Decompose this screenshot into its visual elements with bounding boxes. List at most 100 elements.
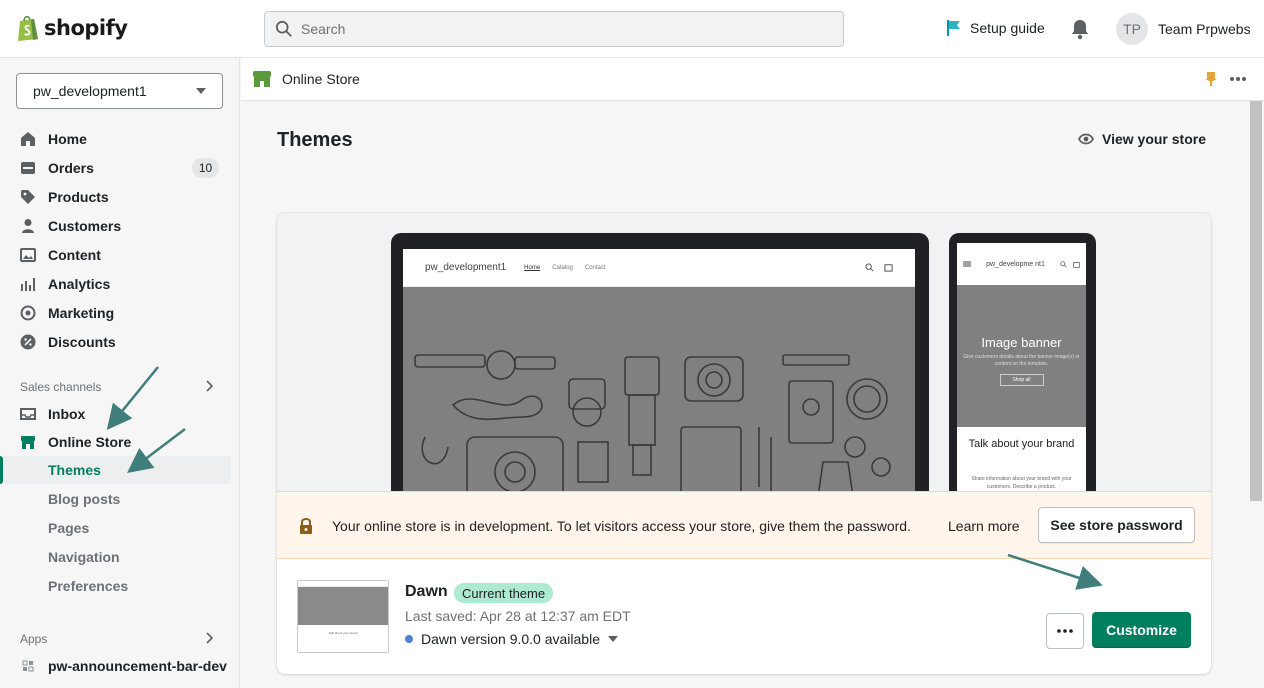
preview-nav-link: Catalog [552, 264, 573, 271]
caret-down-icon [608, 636, 618, 642]
sidebar-item-analytics[interactable]: Analytics [20, 276, 110, 292]
search-icon [1060, 260, 1067, 268]
caret-down-icon [196, 88, 206, 94]
customize-button[interactable]: Customize [1092, 612, 1191, 648]
search-icon [865, 263, 874, 272]
shopify-bag-icon [18, 15, 38, 41]
preview-nav-links: Home Catalog Contact [524, 265, 605, 271]
avatar: TP [1116, 13, 1148, 45]
version-text: Dawn version 9.0.0 available [421, 631, 600, 647]
desktop-preview: pw_development1 Home Catalog Contact [391, 233, 929, 503]
preview-store-name: pw_development1 [425, 262, 507, 273]
preview-header-icons [865, 263, 893, 272]
search-bar[interactable] [264, 11, 844, 47]
sidebar-subitem-navigation[interactable]: Navigation [48, 549, 120, 565]
page-title: Themes [277, 129, 353, 151]
mobile-banner-button: Shop all [999, 374, 1044, 386]
see-store-password-button[interactable]: See store password [1038, 507, 1195, 543]
sidebar-item-label: Customers [48, 218, 122, 234]
sidebar-item-label: pw-announcement-bar-dev [48, 658, 227, 674]
sidebar-item-label: Online Store [48, 434, 132, 450]
store-selector[interactable]: pw_development1 [16, 73, 223, 109]
sidebar-subitem-pages[interactable]: Pages [48, 520, 89, 536]
sidebar-item-orders[interactable]: Orders [20, 160, 94, 176]
sidebar-item-marketing[interactable]: Marketing [20, 305, 114, 321]
sidebar-item-online-store[interactable]: Online Store [20, 434, 131, 450]
discount-icon [20, 334, 36, 350]
update-dot-icon [405, 635, 413, 643]
store-icon [20, 434, 36, 450]
scrollbar[interactable] [1250, 101, 1262, 501]
eye-icon [1078, 133, 1094, 145]
image-icon [20, 247, 36, 263]
more-horizontal-icon[interactable] [1229, 76, 1247, 82]
menu-icon [963, 261, 971, 267]
flag-icon [947, 20, 960, 36]
mobile-header-icons [1060, 260, 1080, 268]
sidebar-item-label: Marketing [48, 305, 115, 321]
view-store-button[interactable]: View your store [1078, 131, 1206, 147]
sidebar-item-content[interactable]: Content [20, 247, 101, 263]
sidebar-item-label: Products [48, 189, 109, 205]
app-icon [20, 658, 36, 674]
pin-icon[interactable] [1205, 71, 1217, 87]
setup-guide-label: Setup guide [970, 20, 1045, 36]
top-bar: shopify Setup guide TP Team Prpwebs [0, 0, 1264, 58]
mobile-preview: pw_developme nt1 Image banner Give custo… [949, 233, 1096, 503]
shopify-logo[interactable]: shopify [16, 14, 128, 42]
sidebar-subitem-blog-posts[interactable]: Blog posts [48, 491, 120, 507]
version-dropdown[interactable]: Dawn version 9.0.0 available [405, 631, 618, 647]
person-icon [20, 218, 36, 234]
last-saved-text: Last saved: Apr 28 at 12:37 am EDT [405, 608, 631, 624]
sidebar-subitem-preferences[interactable]: Preferences [48, 578, 128, 594]
theme-thumbnail: Talk about your brand [297, 580, 389, 653]
chevron-right-icon[interactable] [206, 380, 214, 392]
online-store-icon [253, 71, 271, 87]
search-input[interactable] [301, 21, 801, 37]
section-title-label: Online Store [282, 71, 360, 87]
mobile-talk-text: Share information about your brand with … [971, 476, 1072, 490]
section-title: Online Store [252, 69, 360, 89]
store-name: pw_development1 [33, 83, 147, 99]
orders-icon [20, 160, 36, 176]
sidebar-item-discounts[interactable]: Discounts [20, 334, 116, 350]
inbox-icon [20, 406, 36, 422]
active-item-indicator [0, 456, 3, 484]
setup-guide-button[interactable]: Setup guide [946, 19, 1045, 37]
mobile-banner-title: Image banner [981, 335, 1062, 350]
more-horizontal-icon [1057, 629, 1073, 633]
desktop-preview-screen: pw_development1 Home Catalog Contact [403, 249, 915, 501]
sidebar-item-label: Analytics [48, 276, 111, 292]
preview-store-header: pw_development1 Home Catalog Contact [403, 249, 915, 287]
home-icon [20, 131, 36, 147]
section-header: Online Store [241, 58, 1264, 101]
mobile-preview-header: pw_developme nt1 [957, 243, 1086, 285]
theme-card: pw_development1 Home Catalog Contact pw_… [277, 213, 1211, 674]
learn-more-link[interactable]: Learn more [948, 518, 1020, 534]
theme-preview[interactable]: pw_development1 Home Catalog Contact pw_… [277, 213, 1211, 503]
chevron-right-icon[interactable] [206, 632, 214, 644]
sidebar-item-label: Orders [48, 160, 94, 176]
search-icon [275, 20, 292, 37]
sidebar-item-products[interactable]: Products [20, 189, 109, 205]
sidebar-item-home[interactable]: Home [20, 131, 87, 147]
mobile-store-name: pw_developme nt1 [986, 260, 1045, 268]
sidebar-item-app[interactable]: pw-announcement-bar-dev [20, 658, 227, 674]
sidebar-item-customers[interactable]: Customers [20, 218, 121, 234]
logo-text: shopify [44, 16, 128, 40]
current-theme-badge: Current theme [454, 583, 554, 603]
theme-actions-button[interactable] [1046, 613, 1084, 649]
sidebar-item-label: Home [48, 131, 87, 147]
current-theme-row: Talk about your brand Dawn Current theme… [277, 559, 1211, 674]
sidebar: pw_development1 Home Orders 10 Products … [0, 58, 240, 688]
cart-icon [1073, 261, 1080, 268]
sidebar-item-label: Discounts [48, 334, 116, 350]
cart-icon [884, 264, 893, 272]
notifications-button[interactable] [1070, 18, 1090, 45]
view-store-label: View your store [1102, 131, 1207, 147]
sidebar-item-inbox[interactable]: Inbox [20, 406, 85, 422]
sidebar-subitem-themes[interactable]: Themes [48, 462, 101, 478]
user-menu[interactable]: TP Team Prpwebs [1116, 13, 1251, 45]
theme-name: Dawn [405, 583, 448, 600]
mobile-image-banner: Image banner Give customers details abou… [957, 285, 1086, 427]
